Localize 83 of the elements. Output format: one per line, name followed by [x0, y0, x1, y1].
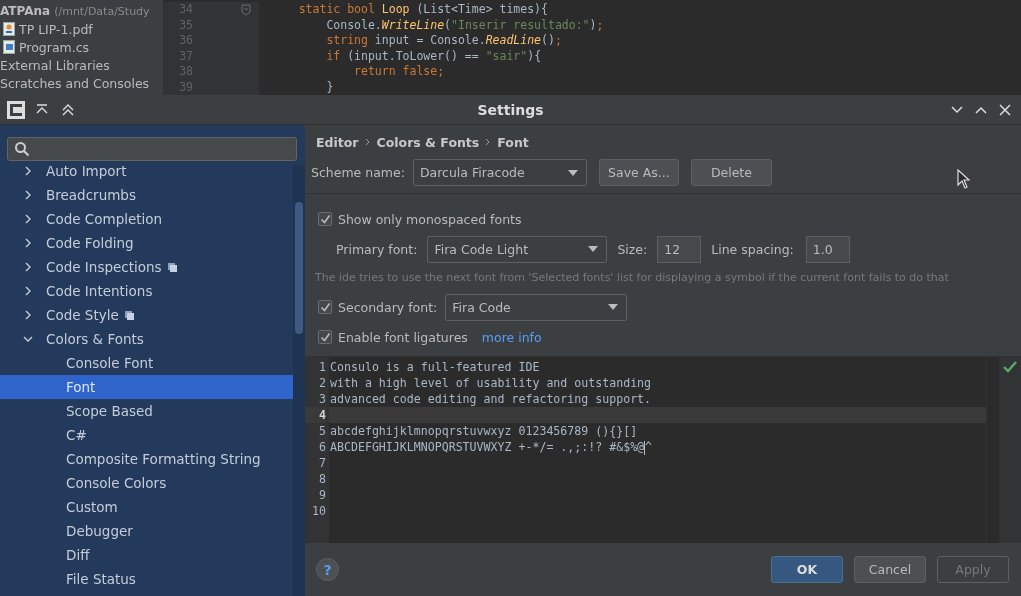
ok-button[interactable]: OK — [771, 556, 843, 583]
search-field[interactable] — [7, 137, 297, 161]
tree-item[interactable]: Console Font — [0, 351, 293, 375]
chevron-separator-icon — [364, 138, 371, 146]
scrollbar[interactable] — [293, 165, 305, 596]
preview-line: ABCDEFGHIJKLMNOPQRSTUVWXYZ +-*/= .,;:!? #&$%@^ — [329, 439, 654, 455]
tree-item[interactable]: Breadcrumbs — [0, 183, 293, 207]
line-number: 1 — [318, 359, 326, 375]
cancel-button[interactable]: Cancel — [854, 556, 926, 583]
chevron-separator-icon — [485, 138, 492, 146]
dropdown-arrow-icon — [567, 169, 578, 176]
line-spacing-field[interactable]: 1.0 — [805, 235, 850, 263]
line-number: 6 — [318, 439, 326, 455]
checkbox-label: Show only monospaced fonts — [338, 211, 522, 227]
breadcrumb-item[interactable]: Font — [497, 134, 529, 150]
field-label: Line spacing: — [711, 241, 794, 257]
file-name[interactable]: TP LIP-1.pdf — [19, 21, 93, 37]
line-number: 5 — [318, 423, 326, 439]
code-line: static bool Loop (List<Time> times){ — [297, 2, 549, 18]
tree-item[interactable]: Code Completion — [0, 207, 293, 231]
save-as-button[interactable]: Save As... — [598, 159, 679, 186]
dropdown[interactable]: Darcula Firacode — [412, 159, 587, 186]
breadcrumb-item[interactable]: Colors & Fonts — [376, 134, 480, 150]
breadcrumb-item[interactable]: Editor — [316, 134, 359, 150]
tree-item[interactable]: Diff — [0, 543, 293, 567]
code-line: if (input.ToLower() == "sair"){ — [325, 48, 543, 64]
window-title: Settings — [476, 101, 545, 118]
line-number: 8 — [318, 471, 326, 487]
tree-item[interactable]: File Status — [0, 567, 293, 591]
line-number: 3 — [318, 391, 326, 407]
tree-item[interactable]: Scratches and Consoles — [0, 75, 150, 91]
dropdown-arrow-icon — [588, 246, 599, 252]
tree-item[interactable]: C# — [0, 423, 293, 447]
pdf-file-icon — [3, 22, 15, 36]
line-number: 10 — [311, 503, 326, 519]
tree-item[interactable]: Code Intentions — [0, 279, 293, 303]
preview-line: advanced code editing and refactoring support. — [329, 391, 653, 407]
preview-line: abcdefghijklmnopqrstuvwxyz 0123456789 (){}[] — [329, 423, 639, 439]
tree-item[interactable]: Custom — [0, 495, 293, 519]
field-label: Primary font: — [336, 241, 418, 257]
code-line: Console.WriteLine("Inserir resultado:"); — [325, 17, 604, 33]
tree-item[interactable]: Debugger — [0, 519, 293, 543]
check-icon — [1003, 361, 1017, 373]
line-number: 2 — [318, 375, 326, 391]
line-number: 9 — [318, 487, 326, 503]
checkbox-label: Enable font ligatures — [338, 329, 468, 345]
tree-item[interactable]: Colors & Fonts — [0, 327, 293, 351]
tree-item[interactable]: External Libraries — [0, 57, 110, 73]
tree-item[interactable]: Font — [0, 375, 293, 399]
code-line: return false; — [353, 64, 446, 80]
checkbox[interactable] — [318, 300, 332, 314]
more-info-link[interactable]: more info — [481, 329, 542, 345]
dropdown-arrow-icon — [608, 304, 619, 310]
tree-item[interactable]: Code Style — [0, 303, 293, 327]
field-label: Scheme name: — [311, 165, 405, 180]
size-field[interactable]: 12 — [657, 235, 702, 263]
close-icon — [998, 102, 1012, 117]
field-label: Size: — [617, 241, 648, 257]
dropdown[interactable]: Fira Code Light — [427, 235, 608, 263]
tree-item[interactable]: Auto Import — [0, 165, 293, 183]
tree-item[interactable]: Scope Based — [0, 399, 293, 423]
checkbox[interactable] — [318, 212, 332, 226]
project-root[interactable]: ATPAna (/mnt/Data/Study — [0, 2, 163, 20]
tree-item[interactable]: Code Folding — [0, 231, 293, 255]
code-line: } — [325, 79, 335, 95]
mouse-pointer-icon — [957, 169, 970, 189]
code-line: string input = Console.ReadLine(); — [325, 33, 563, 49]
field-label: Secondary font: — [338, 299, 438, 315]
file-name[interactable]: Program.cs — [19, 39, 90, 55]
preview-line: Consulo is a full-featured IDE — [329, 359, 541, 375]
double-chevron-up-icon — [61, 102, 75, 117]
csharp-file-icon — [3, 40, 15, 54]
tree-item[interactable]: Console Colors — [0, 471, 293, 495]
checkbox[interactable] — [318, 330, 332, 344]
line-number: 4 — [305, 407, 326, 423]
tree-item[interactable]: Code Inspections — [0, 255, 293, 279]
preview-line: with a high level of usability and outstanding — [329, 375, 653, 391]
search-icon — [14, 141, 30, 157]
tree-item[interactable]: Composite Formatting String — [0, 447, 293, 471]
app-icon — [6, 99, 26, 120]
line-number: 7 — [318, 455, 326, 471]
dropdown[interactable]: Fira Code — [445, 293, 628, 321]
delete-button[interactable]: Delete — [690, 159, 772, 186]
